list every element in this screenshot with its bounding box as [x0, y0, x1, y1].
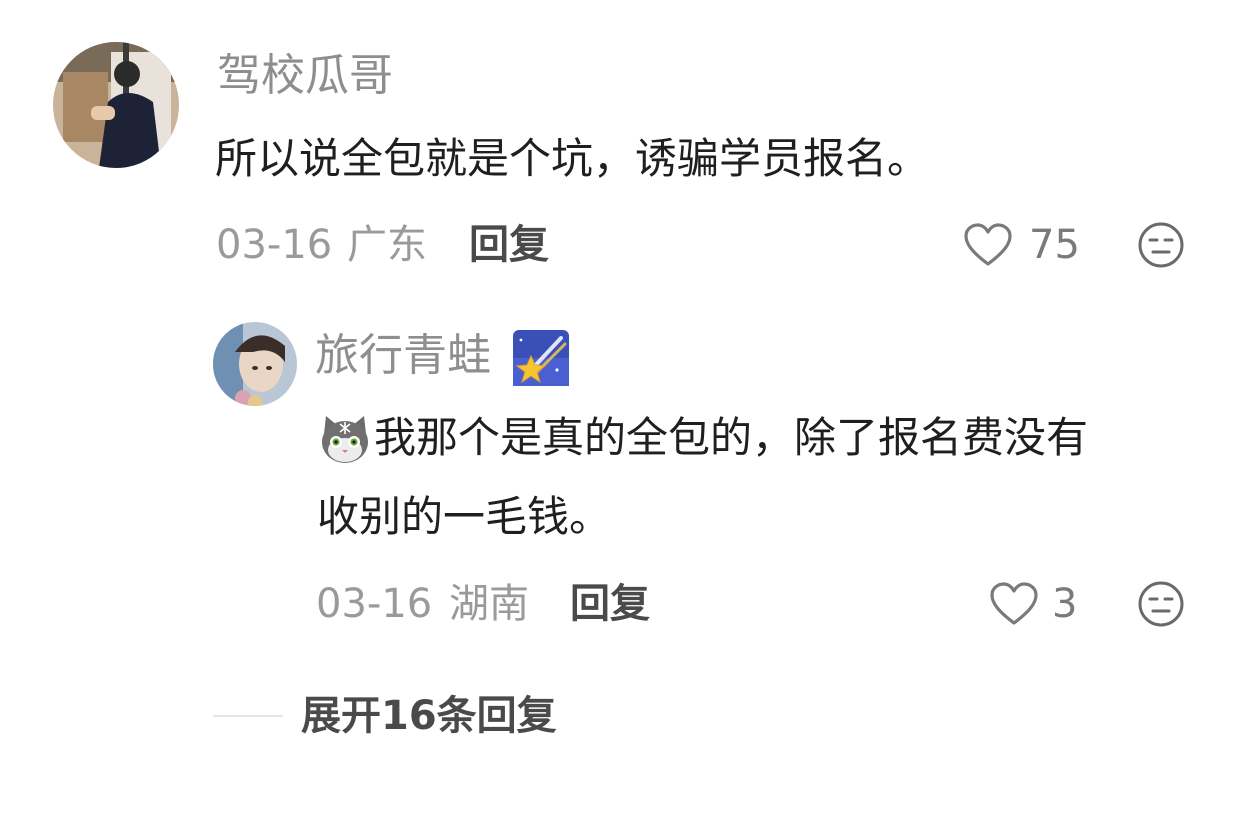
reply-location: 湖南: [449, 581, 529, 627]
reply-reply-button[interactable]: 回复: [570, 584, 650, 624]
reply-like-button[interactable]: [988, 580, 1040, 628]
cat-face-icon: [318, 412, 372, 466]
shooting-star-icon: [513, 330, 569, 386]
like-count: 75: [1029, 222, 1080, 268]
reply-username[interactable]: 旅行青蛙: [315, 334, 491, 378]
comment-username[interactable]: 驾校瓜哥: [217, 54, 393, 98]
like-button[interactable]: [962, 221, 1014, 269]
reply-avatar[interactable]: [213, 322, 297, 406]
heart-icon: [964, 223, 1012, 266]
expand-divider: [213, 715, 283, 717]
comment-text: 所以说全包就是个坑，诱骗学员报名。: [215, 134, 930, 183]
comment-location: 广东: [347, 222, 427, 268]
reply-date: 03-16: [316, 581, 433, 627]
reply-button[interactable]: 回复: [469, 225, 549, 265]
reply-like-count: 3: [1052, 581, 1078, 627]
avatar[interactable]: [53, 42, 179, 168]
expand-replies-button[interactable]: 展开16条回复: [301, 696, 557, 736]
heart-icon: [990, 582, 1038, 625]
reply-dislike-face-icon[interactable]: [1137, 580, 1185, 628]
reply-text-line-1: 我那个是真的全包的，除了报名费没有: [374, 413, 1089, 462]
comment-date: 03-16: [216, 222, 333, 268]
reply-text-line-2: 收别的一毛钱。: [317, 492, 612, 541]
dislike-face-icon[interactable]: [1137, 221, 1185, 269]
